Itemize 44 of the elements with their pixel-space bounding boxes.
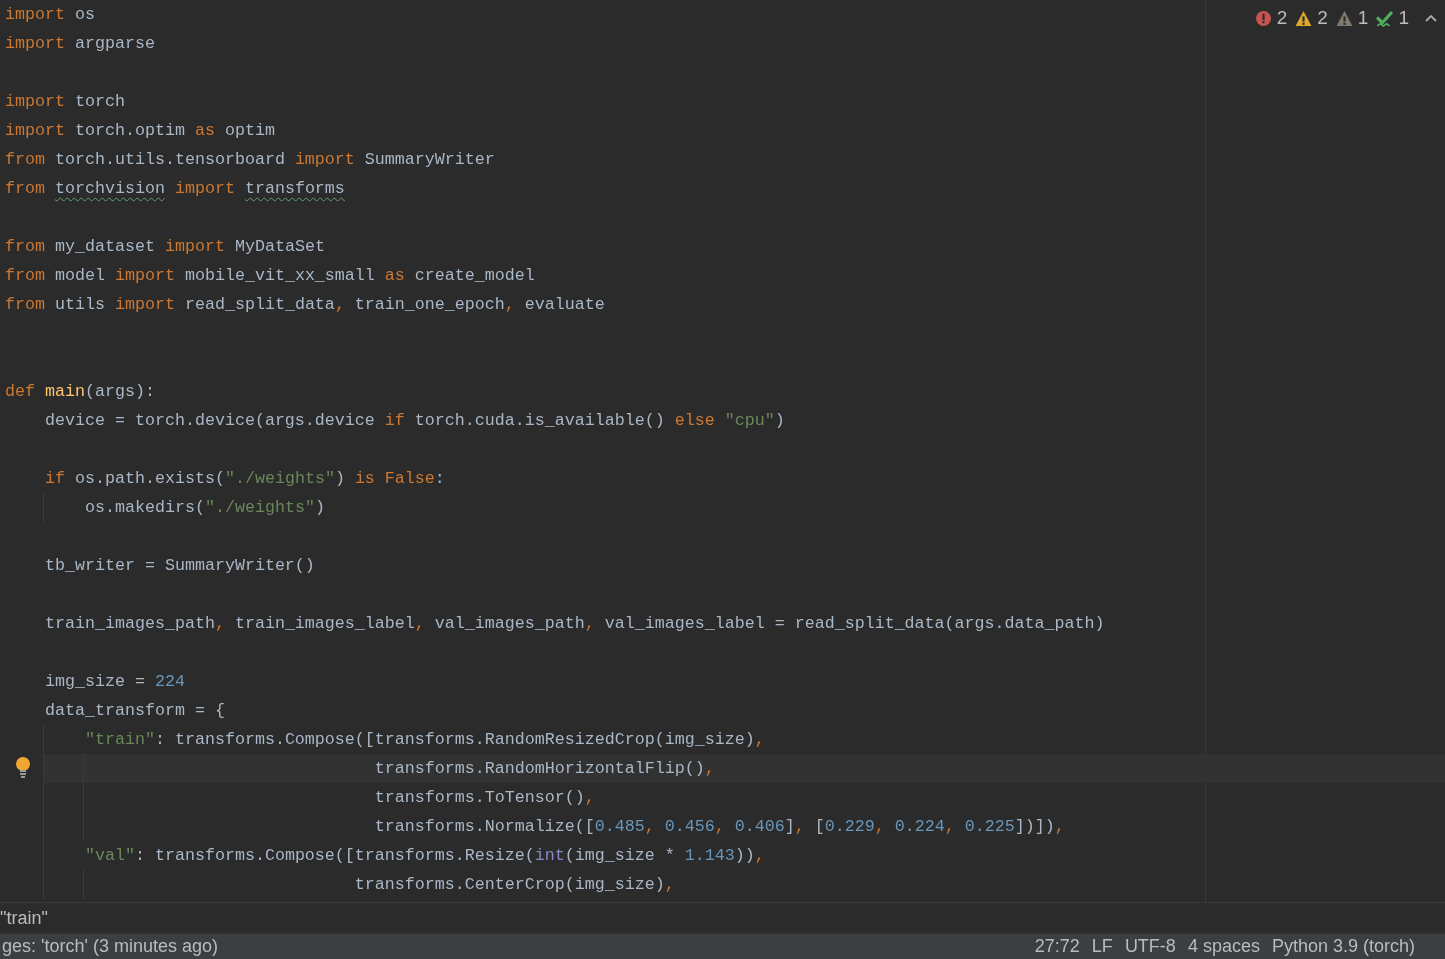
- code-line: "val": transforms.Compose([transforms.Resize(int(img_size * 1.143)),: [84, 845, 765, 867]
- inspection-counter[interactable]: 2: [1254, 4, 1288, 33]
- status-item[interactable]: 27:72: [1034, 933, 1080, 959]
- code-line: img_size = 224: [45, 671, 185, 693]
- code-line: "train": transforms.Compose([transforms.RandomResizedCrop(img_size),: [84, 729, 765, 751]
- code-line: from utils import read_split_data, train_one_epoch, evaluate: [5, 294, 605, 316]
- code-line: train_images_path, train_images_label, val_images_path, val_images_label = read_split_data(args.data_path): [45, 613, 1105, 635]
- code-line: transforms.Normalize([0.485, 0.456, 0.406], [0.229, 0.224, 0.225])]),: [374, 816, 1065, 838]
- status-item[interactable]: UTF-8: [1124, 933, 1176, 959]
- code-line: transforms.ToTensor(),: [374, 787, 595, 809]
- code-line: import torch: [5, 91, 125, 113]
- inspection-counter[interactable]: 1: [1335, 4, 1369, 33]
- inspection-counter[interactable]: 2: [1295, 4, 1328, 33]
- code-line: transforms.CenterCrop(img_size),: [354, 874, 675, 896]
- count: 2: [1276, 6, 1288, 30]
- code-line: from torch.utils.tensorboard import SummaryWriter: [5, 149, 495, 171]
- check-icon: [1376, 9, 1394, 27]
- code-line: import os: [5, 4, 95, 26]
- code-line: from model import mobile_vit_xx_small as create_model: [5, 265, 535, 287]
- status-item[interactable]: Python 3.9 (torch): [1271, 933, 1415, 959]
- code-line: transforms.RandomHorizontalFlip(),: [374, 758, 715, 780]
- status-item[interactable]: LF: [1091, 933, 1113, 959]
- status-message: ges: 'torch' (3 minutes ago): [1, 935, 218, 958]
- inspection-counter[interactable]: 1: [1376, 4, 1409, 33]
- code-line: tb_writer = SummaryWriter(): [45, 555, 315, 577]
- caret-up-icon[interactable]: [1425, 14, 1437, 23]
- code-line: device = torch.device(args.device if torch.cuda.is_available() else "cpu"): [45, 410, 785, 432]
- count: 1: [1357, 6, 1369, 30]
- breadcrumb[interactable]: "train": [0, 904, 48, 932]
- code-line: from torchvision import transforms: [5, 178, 345, 200]
- code-line: data_transform = {: [45, 700, 225, 722]
- code-line: if os.path.exists("./weights") is False:: [45, 468, 445, 490]
- error-icon: [1254, 9, 1272, 27]
- code-line: os.makedirs("./weights"): [84, 497, 325, 519]
- code-line: import argparse: [5, 33, 155, 55]
- warning-icon: [1295, 9, 1313, 27]
- warning-icon: [1335, 9, 1353, 27]
- code-line: def main(args):: [5, 381, 155, 403]
- lightbulb-icon[interactable]: [15, 756, 31, 780]
- code-line: from my_dataset import MyDataSet: [5, 236, 325, 258]
- count: 2: [1317, 6, 1328, 30]
- count: 1: [1398, 6, 1409, 30]
- code-line: import torch.optim as optim: [5, 120, 275, 142]
- status-item[interactable]: 4 spaces: [1187, 933, 1260, 959]
